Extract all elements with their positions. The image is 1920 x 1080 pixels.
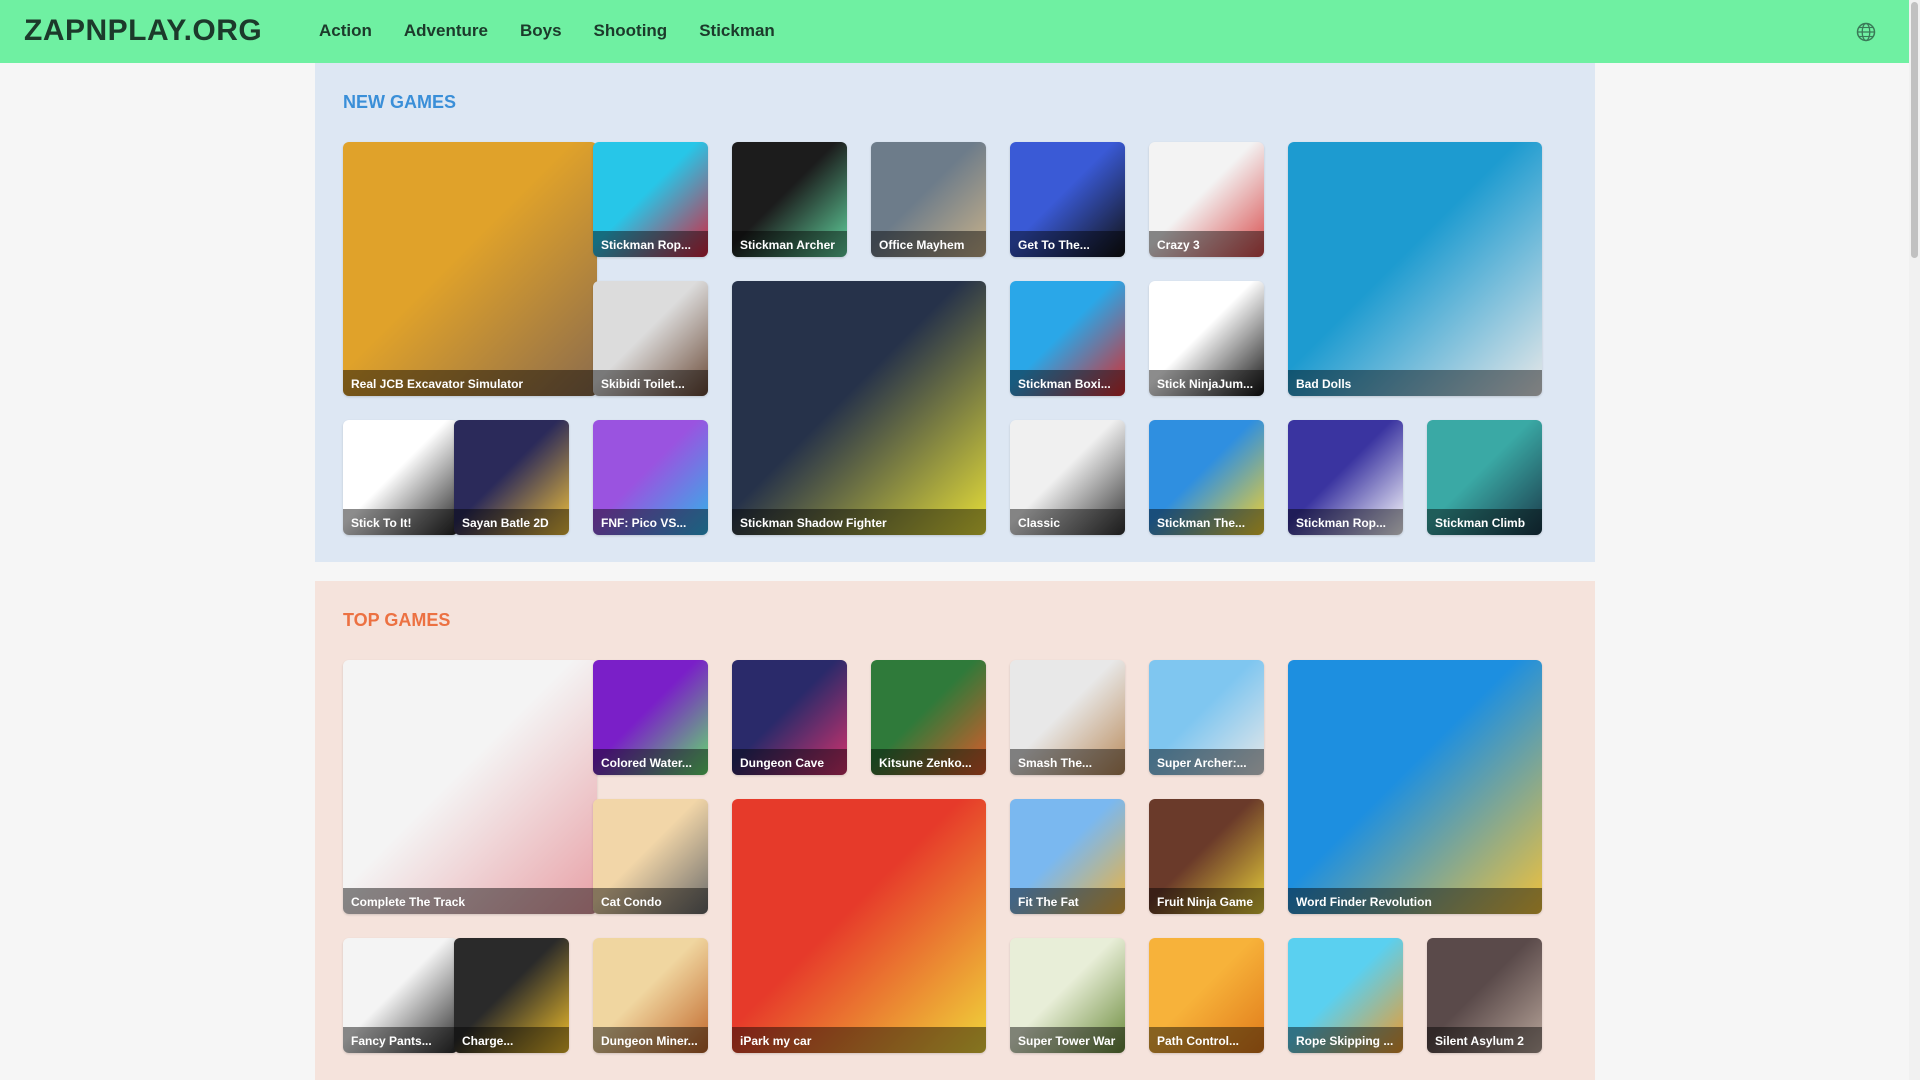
top-game-card[interactable]: Path Control... [1149, 938, 1264, 1053]
new-game-card[interactable]: Stickman Boxi... [1010, 281, 1125, 396]
game-title: Stickman Archer [732, 231, 847, 257]
game-title: Fit The Fat [1010, 888, 1125, 914]
new-game-card[interactable]: Stick To It! [343, 420, 458, 535]
game-title: Rope Skipping ... [1288, 1027, 1403, 1053]
game-title: Silent Asylum 2 [1427, 1027, 1542, 1053]
game-title: iPark my car [732, 1027, 986, 1053]
new-game-card[interactable]: Get To The... [1010, 142, 1125, 257]
site-logo[interactable]: ZAPNPLAY.ORG [24, 14, 262, 48]
top-game-card[interactable]: Smash The... [1010, 660, 1125, 775]
game-title: Dungeon Cave [732, 749, 847, 775]
game-title: Stickman Boxi... [1010, 370, 1125, 396]
new-game-card[interactable]: Office Mayhem [871, 142, 986, 257]
new-game-card[interactable]: Stickman Shadow Fighter [732, 281, 986, 535]
top-game-card[interactable]: Fancy Pants... [343, 938, 458, 1053]
game-thumbnail[interactable] [1288, 142, 1542, 396]
game-title: Bad Dolls [1288, 370, 1542, 396]
game-thumbnail[interactable] [343, 660, 597, 914]
game-title: Super Tower War [1010, 1027, 1125, 1053]
game-title: Real JCB Excavator Simulator [343, 370, 597, 396]
top-games-section: TOP GAMES Complete The Track Colored Wate… [315, 581, 1595, 1080]
nav-stickman[interactable]: Stickman [699, 21, 775, 41]
new-game-card[interactable]: Stickman Archer [732, 142, 847, 257]
top-game-card[interactable]: Colored Water... [593, 660, 708, 775]
nav-action[interactable]: Action [319, 21, 372, 41]
game-title: Stickman Climb [1427, 509, 1542, 535]
game-title: Super Archer:... [1149, 749, 1264, 775]
scrollbar-thumb[interactable] [1911, 2, 1918, 258]
nav-adventure[interactable]: Adventure [404, 21, 488, 41]
new-game-card[interactable]: Stick NinjaJum... [1149, 281, 1264, 396]
new-game-card[interactable]: Skibidi Toilet... [593, 281, 708, 396]
top-game-card[interactable]: Fruit Ninja Game [1149, 799, 1264, 914]
game-thumbnail[interactable] [343, 142, 597, 396]
game-title: Stickman Rop... [593, 231, 708, 257]
game-thumbnail[interactable] [732, 281, 986, 535]
top-game-card[interactable]: Silent Asylum 2 [1427, 938, 1542, 1053]
game-title: Path Control... [1149, 1027, 1264, 1053]
game-title: Stickman Shadow Fighter [732, 509, 986, 535]
game-title: Stick NinjaJum... [1149, 370, 1264, 396]
new-game-card[interactable]: Stickman The... [1149, 420, 1264, 535]
game-title: Get To The... [1010, 231, 1125, 257]
top-game-card[interactable]: iPark my car [732, 799, 986, 1053]
top-game-card[interactable]: Rope Skipping ... [1288, 938, 1403, 1053]
game-title: Fruit Ninja Game [1149, 888, 1264, 914]
top-game-card[interactable]: Charge... [454, 938, 569, 1053]
new-game-card[interactable]: Real JCB Excavator Simulator [343, 142, 597, 396]
top-game-card[interactable]: Word Finder Revolution [1288, 660, 1542, 914]
game-title: Kitsune Zenko... [871, 749, 986, 775]
new-game-card[interactable]: Stickman Rop... [593, 142, 708, 257]
nav-boys[interactable]: Boys [520, 21, 562, 41]
nav-shooting[interactable]: Shooting [594, 21, 668, 41]
new-games-title: NEW GAMES [343, 92, 457, 112]
new-game-card[interactable]: Stickman Climb [1427, 420, 1542, 535]
game-thumbnail[interactable] [732, 799, 986, 1053]
game-title: Classic [1010, 509, 1125, 535]
game-title: Complete The Track [343, 888, 597, 914]
new-game-card[interactable]: Bad Dolls [1288, 142, 1542, 396]
new-game-card[interactable]: Crazy 3 [1149, 142, 1264, 257]
game-title: Office Mayhem [871, 231, 986, 257]
game-title: Stick To It! [343, 509, 458, 535]
new-game-card[interactable]: Stickman Rop... [1288, 420, 1403, 535]
game-title: Colored Water... [593, 749, 708, 775]
new-game-card[interactable]: FNF: Pico VS... [593, 420, 708, 535]
game-title: Smash The... [1010, 749, 1125, 775]
top-game-card[interactable]: Dungeon Cave [732, 660, 847, 775]
game-title: Cat Condo [593, 888, 708, 914]
game-thumbnail[interactable] [1288, 660, 1542, 914]
game-title: Sayan Batle 2D [454, 509, 569, 535]
top-game-card[interactable]: Super Archer:... [1149, 660, 1264, 775]
top-game-card[interactable]: Dungeon Miner... [593, 938, 708, 1053]
new-game-card[interactable]: Classic [1010, 420, 1125, 535]
game-title: Fancy Pants... [343, 1027, 458, 1053]
game-title: Crazy 3 [1149, 231, 1264, 257]
new-games-section: NEW GAMES Real JCB Excavator Simulator St… [315, 63, 1595, 562]
new-game-card[interactable]: Sayan Batle 2D [454, 420, 569, 535]
top-games-title: TOP GAMES [343, 610, 451, 630]
game-title: Dungeon Miner... [593, 1027, 708, 1053]
game-title: Charge... [454, 1027, 569, 1053]
top-game-card[interactable]: Kitsune Zenko... [871, 660, 986, 775]
game-title: Skibidi Toilet... [593, 370, 708, 396]
game-title: Stickman Rop... [1288, 509, 1403, 535]
game-title: Stickman The... [1149, 509, 1264, 535]
game-title: FNF: Pico VS... [593, 509, 708, 535]
top-game-card[interactable]: Fit The Fat [1010, 799, 1125, 914]
top-game-card[interactable]: Super Tower War [1010, 938, 1125, 1053]
site-header: ZAPNPLAY.ORG Action Adventure Boys Shoot… [0, 0, 1909, 63]
main-nav: Action Adventure Boys Shooting Stickman [319, 21, 807, 41]
game-title: Word Finder Revolution [1288, 888, 1542, 914]
top-game-card[interactable]: Complete The Track [343, 660, 597, 914]
top-game-card[interactable]: Cat Condo [593, 799, 708, 914]
globe-icon[interactable] [1856, 22, 1876, 42]
